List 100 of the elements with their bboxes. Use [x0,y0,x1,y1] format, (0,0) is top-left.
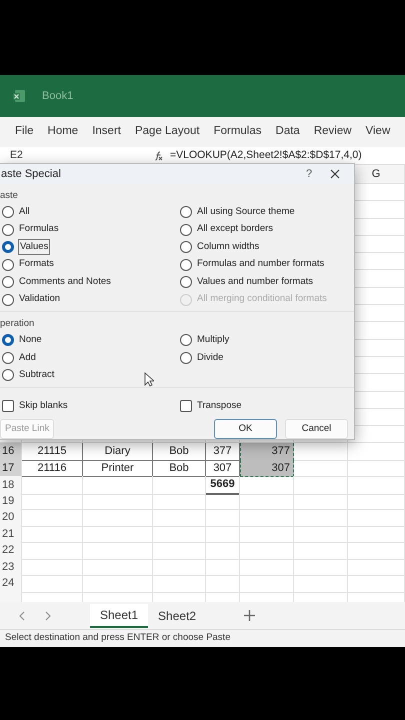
checkbox-label[interactable]: Skip blanks [19,398,68,413]
ribbon-tab[interactable]: Formulas [206,123,269,141]
empty-cell [153,575,206,593]
spreadsheet-app-icon [12,89,26,103]
radio-button[interactable] [2,352,14,364]
ribbon-tab[interactable]: Home [40,123,86,141]
function-icon [154,150,164,160]
table-cell: Diary [83,443,153,461]
radio-button[interactable] [2,224,14,236]
radio-button[interactable] [2,334,14,346]
empty-cell [348,542,405,560]
empty-cell [153,509,206,527]
empty-cell [240,558,294,576]
empty-cell [206,509,240,527]
ribbon-tab[interactable]: File [8,123,41,141]
close-icon[interactable] [330,168,340,179]
option-label[interactable]: Values and number formats [197,274,313,290]
dialog-button[interactable]: Cancel [285,419,348,439]
empty-cell [153,476,206,495]
radio-button[interactable] [2,294,14,306]
radio-button[interactable] [180,258,192,270]
chevron-left-icon[interactable] [18,610,26,620]
option-label[interactable]: Formulas [19,222,59,237]
option-label[interactable]: Formulas and number formats [197,257,324,272]
empty-cell [83,542,153,560]
empty-cell [294,542,348,560]
empty-cell [294,526,348,544]
dialog-title: aste Special [1,166,62,182]
sheet-tab[interactable]: Sheet2 [148,604,206,626]
option-label[interactable]: None [19,333,42,348]
table-cell: Bob [153,460,206,478]
empty-cell [206,575,240,593]
row-number[interactable]: 16 [0,443,22,461]
ribbon-tab[interactable]: Insert [85,123,128,141]
empty-cell [294,558,348,576]
option-label[interactable]: All using Source theme [197,204,295,220]
option-label[interactable]: Subtract [19,368,54,382]
table-cell: 377 [240,443,294,461]
option-label[interactable]: Column widths [197,240,260,254]
radio-button[interactable] [180,352,192,364]
radio-button[interactable] [180,206,192,218]
empty-cell [206,526,240,544]
radio-button[interactable] [2,276,14,288]
table-cell: 307 [240,460,294,478]
column-header[interactable]: G [372,166,380,182]
empty-cell [348,509,405,527]
option-label[interactable]: All [19,204,30,220]
option-label[interactable]: All except borders [197,222,274,237]
empty-cell [83,476,153,495]
radio-button[interactable] [2,258,14,270]
empty-cell [240,526,294,544]
option-label[interactable]: Divide [197,350,224,365]
empty-cell [83,575,153,593]
empty-cell [294,509,348,527]
row-number[interactable]: 22 [0,542,22,560]
table-cell: 21115 [22,443,83,461]
ribbon-tab[interactable]: Data [268,123,307,141]
add-icon[interactable] [244,610,256,621]
empty-cell [153,492,206,510]
radio-button[interactable] [2,369,14,382]
option-label[interactable]: Values [19,240,50,254]
radio-button[interactable] [180,241,192,253]
dialog-button[interactable]: OK [214,419,277,439]
cursor-icon [144,372,154,387]
option-label[interactable]: Multiply [197,333,230,348]
radio-button[interactable] [2,241,14,253]
checkbox-label[interactable]: Transpose [197,398,242,413]
name-box[interactable]: E2 [0,148,90,164]
option-label[interactable]: Comments and Notes [19,274,111,290]
empty-cell [83,526,153,544]
empty-cell [348,526,405,544]
empty-cell [348,575,405,593]
checkbox[interactable] [180,400,192,412]
empty-cell [83,492,153,510]
checkbox[interactable] [2,400,14,412]
row-number[interactable]: 20 [0,509,22,527]
formula-text[interactable]: =VLOOKUP(A2,Sheet2!$A$2:$D$17,4,0) [164,148,362,164]
empty-cell [206,558,240,576]
empty-cell [240,575,294,593]
radio-button[interactable] [180,224,192,236]
option-label[interactable]: Formats [19,257,54,272]
ribbon-tab[interactable]: Page Layout [128,123,207,141]
help-button[interactable]: ? [294,166,324,182]
document-title: Book1 [42,88,74,104]
radio-button[interactable] [180,276,192,288]
empty-cell [153,542,206,560]
empty-cell [83,509,153,527]
radio-button[interactable] [2,206,14,218]
option-label[interactable]: Validation [19,292,60,307]
option-label[interactable]: Add [19,350,36,365]
chevron-right-icon[interactable] [44,610,52,620]
row-number[interactable]: 24 [0,575,22,593]
sheet-tab[interactable]: Sheet1 [90,604,148,628]
radio-button[interactable] [180,334,192,346]
empty-cell [153,558,206,576]
empty-cell [240,492,294,510]
table-cell: Bob [153,443,206,461]
ribbon-tab[interactable]: Review [306,123,359,141]
ribbon-tab[interactable]: View [358,123,398,141]
empty-cell [348,460,405,478]
